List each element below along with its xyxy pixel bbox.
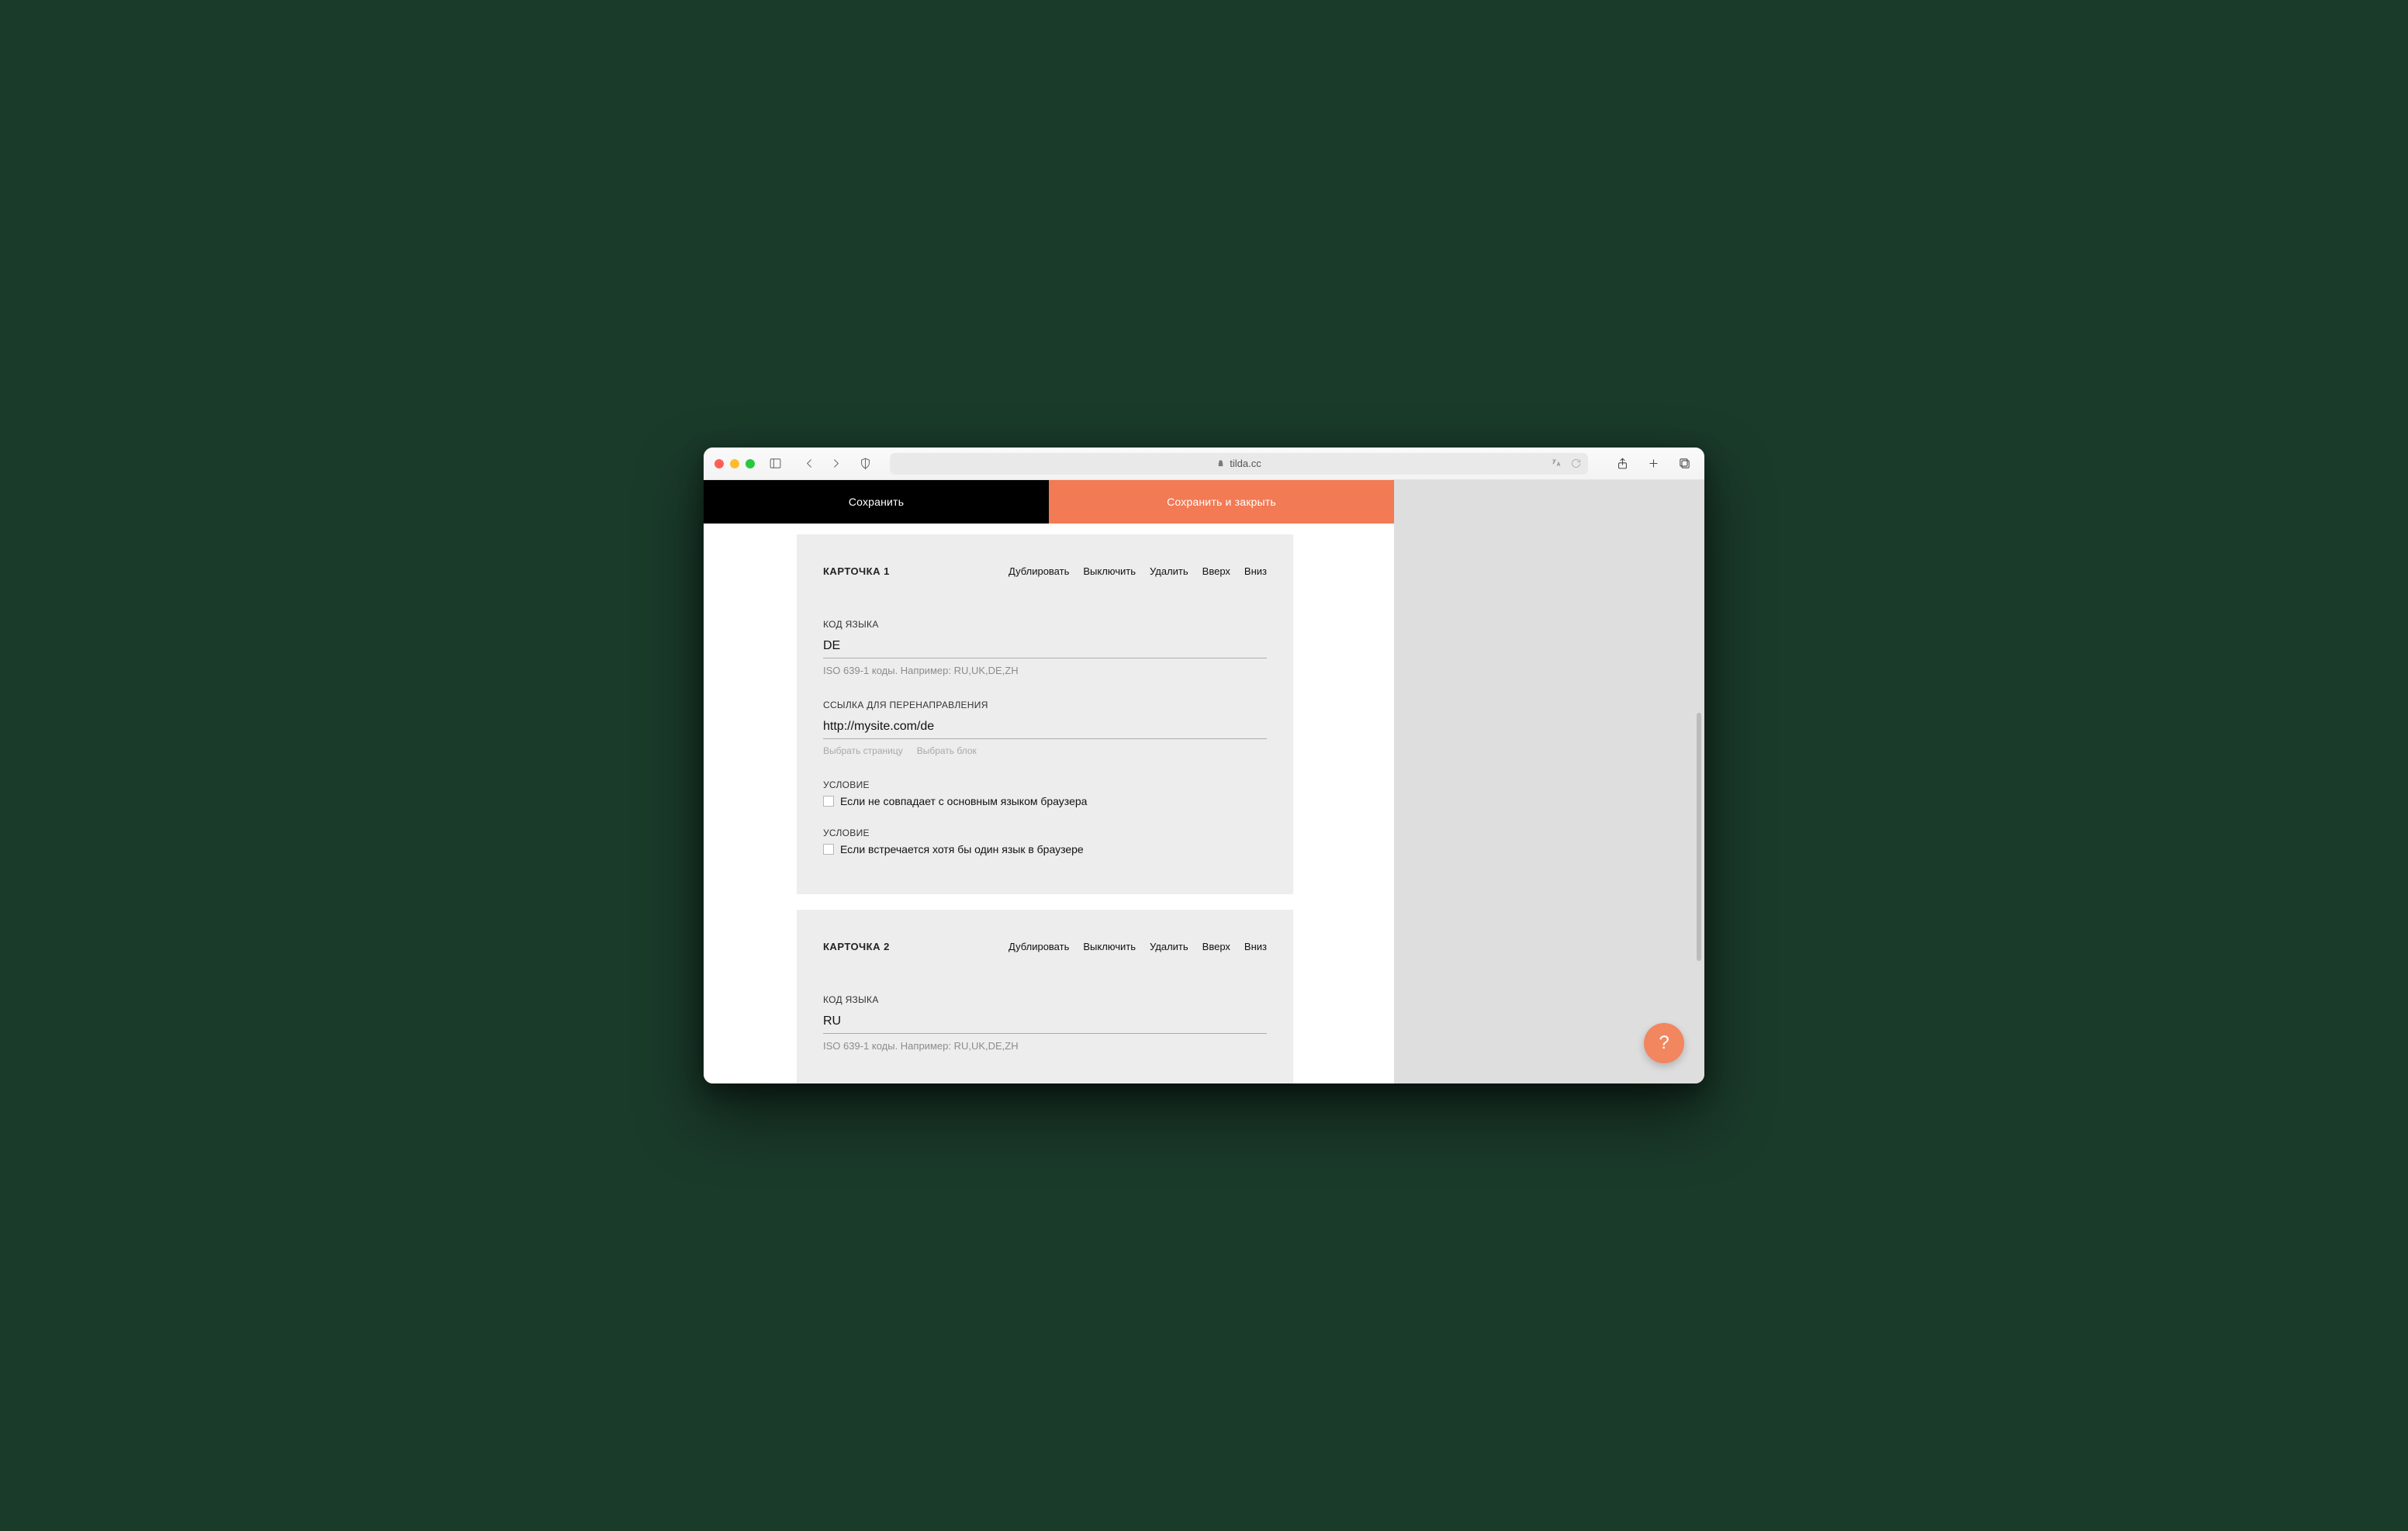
lock-icon (1216, 459, 1225, 468)
privacy-shield-icon[interactable] (856, 454, 874, 473)
card-1-lang-input[interactable] (823, 636, 1267, 658)
card-2-lang-label: КОД ЯЗЫКА (823, 994, 1267, 1005)
back-button[interactable] (800, 454, 818, 473)
save-button[interactable]: Сохранить (704, 480, 1049, 524)
sidebar-toggle-icon[interactable] (766, 454, 784, 473)
card-2: КАРТОЧКА 2 Дублировать Выключить Удалить… (797, 910, 1293, 1083)
maximize-window-button[interactable] (746, 459, 755, 468)
new-tab-icon[interactable] (1644, 454, 1662, 473)
address-bar[interactable]: tilda.cc (890, 453, 1588, 475)
page-body: Сохранить Сохранить и закрыть КАРТОЧКА 1… (704, 480, 1704, 1083)
card-2-delete[interactable]: Удалить (1150, 941, 1188, 952)
card-1-actions: Дублировать Выключить Удалить Вверх Вниз (1009, 565, 1267, 577)
card-1-cond1-label: УСЛОВИЕ (823, 779, 1267, 790)
card-2-disable[interactable]: Выключить (1083, 941, 1136, 952)
card-1-cond2-label: УСЛОВИЕ (823, 828, 1267, 838)
card-1: КАРТОЧКА 1 Дублировать Выключить Удалить… (797, 534, 1293, 894)
card-1-lang-label: КОД ЯЗЫКА (823, 619, 1267, 630)
forward-button[interactable] (826, 454, 845, 473)
minimize-window-button[interactable] (730, 459, 739, 468)
url-host: tilda.cc (1230, 458, 1261, 469)
card-1-cond2-checkbox[interactable] (823, 844, 834, 855)
card-2-lang-input[interactable] (823, 1011, 1267, 1034)
card-1-disable[interactable]: Выключить (1083, 565, 1136, 577)
preview-panel (1394, 480, 1704, 1083)
card-2-title: КАРТОЧКА 2 (823, 941, 890, 952)
close-window-button[interactable] (714, 459, 724, 468)
card-1-up[interactable]: Вверх (1202, 565, 1230, 577)
editor-panel: Сохранить Сохранить и закрыть КАРТОЧКА 1… (704, 480, 1394, 1083)
translate-icon[interactable] (1551, 458, 1562, 469)
browser-titlebar: tilda.cc (704, 448, 1704, 480)
preview-scrollbar[interactable] (1697, 713, 1701, 961)
card-2-down[interactable]: Вниз (1244, 941, 1267, 952)
reload-icon[interactable] (1570, 458, 1582, 469)
card-1-url-label: ССЫЛКА ДЛЯ ПЕРЕНАПРАВЛЕНИЯ (823, 700, 1267, 710)
card-1-cond2-text: Если встречается хотя бы один язык в бра… (840, 843, 1084, 855)
card-2-duplicate[interactable]: Дублировать (1009, 941, 1069, 952)
share-icon[interactable] (1613, 454, 1631, 473)
card-1-down[interactable]: Вниз (1244, 565, 1267, 577)
card-1-cond1-text: Если не совпадает с основным языком брау… (840, 795, 1087, 807)
card-1-url-input[interactable] (823, 717, 1267, 739)
card-1-pick-block[interactable]: Выбрать блок (917, 745, 977, 756)
card-1-title: КАРТОЧКА 1 (823, 565, 890, 577)
browser-window: tilda.cc Сохранить (704, 448, 1704, 1083)
editor-header: Сохранить Сохранить и закрыть (704, 480, 1394, 524)
card-1-lang-hint: ISO 639-1 коды. Например: RU,UK,DE,ZH (823, 665, 1267, 676)
card-1-delete[interactable]: Удалить (1150, 565, 1188, 577)
save-and-close-button[interactable]: Сохранить и закрыть (1049, 480, 1394, 524)
cards-scroll[interactable]: КАРТОЧКА 1 Дублировать Выключить Удалить… (704, 524, 1394, 1083)
card-2-actions: Дублировать Выключить Удалить Вверх Вниз (1009, 941, 1267, 952)
help-fab[interactable]: ? (1644, 1023, 1684, 1063)
card-1-pick-page[interactable]: Выбрать страницу (823, 745, 903, 756)
window-controls (714, 459, 755, 468)
card-1-duplicate[interactable]: Дублировать (1009, 565, 1069, 577)
tabs-overview-icon[interactable] (1675, 454, 1694, 473)
card-1-cond1-checkbox[interactable] (823, 796, 834, 807)
card-2-lang-hint: ISO 639-1 коды. Например: RU,UK,DE,ZH (823, 1040, 1267, 1052)
card-2-up[interactable]: Вверх (1202, 941, 1230, 952)
